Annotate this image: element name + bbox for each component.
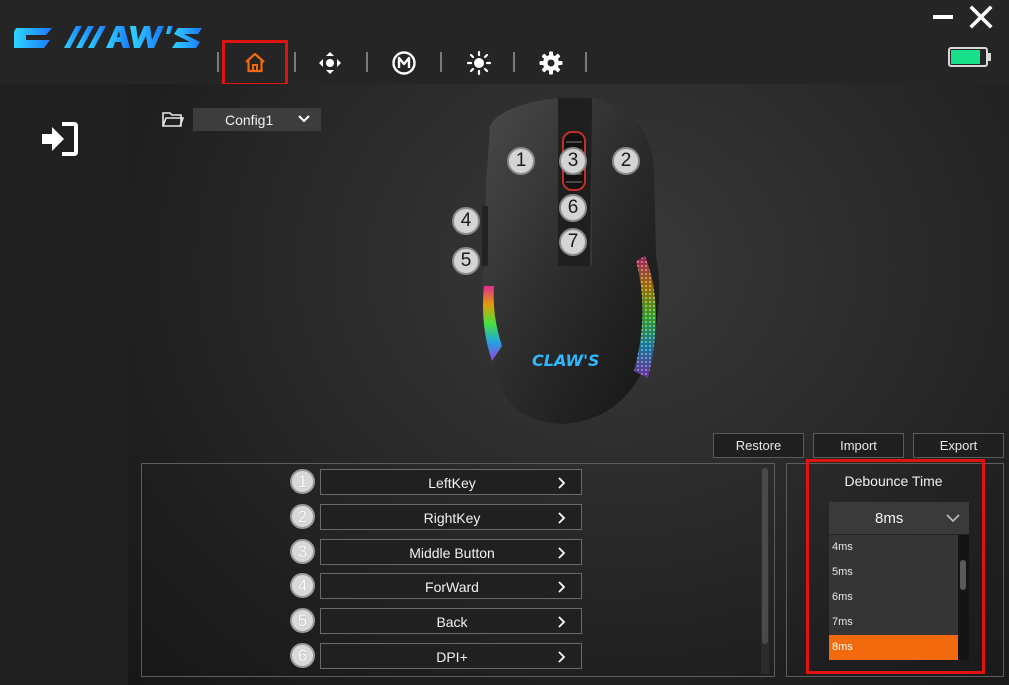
nav-separator <box>513 52 515 72</box>
sidebar <box>0 84 128 685</box>
key-label: DPI+ <box>436 649 468 665</box>
nav-settings-button[interactable] <box>524 40 578 86</box>
key-row-5: 5 Back <box>290 608 582 634</box>
nav-macro-button[interactable] <box>377 40 431 86</box>
key-number-badge: 4 <box>290 573 315 598</box>
title-bar <box>0 0 1009 86</box>
nav-dpi-button[interactable] <box>303 40 357 86</box>
key-row-6: 6 DPI+ <box>290 643 582 669</box>
chevron-right-icon <box>558 512 566 524</box>
claws-logo <box>14 26 202 48</box>
mouse-marker-4[interactable]: 4 <box>452 207 480 235</box>
key-number-badge: 3 <box>290 539 315 564</box>
config-value: Config1 <box>225 112 274 128</box>
chevron-right-icon <box>558 547 566 559</box>
sign-in-icon[interactable] <box>40 122 78 156</box>
key-row-2: 2 RightKey <box>290 504 582 530</box>
key-row-4: 4 ForWard <box>290 573 582 599</box>
move-arrows-icon <box>319 52 341 74</box>
folder-icon[interactable] <box>162 110 184 128</box>
key-list-scroll-thumb[interactable] <box>762 468 768 644</box>
key-label: LeftKey <box>428 475 476 491</box>
nav-separator <box>217 52 219 72</box>
nav-separator <box>294 52 296 72</box>
mouse-logo-text: CLAW'S <box>532 351 600 370</box>
restore-button[interactable]: Restore <box>713 433 804 458</box>
nav-separator <box>366 52 368 72</box>
export-button[interactable]: Export <box>913 433 1004 458</box>
gear-icon <box>539 51 563 75</box>
key-assign-button-3[interactable]: Middle Button <box>320 539 582 565</box>
battery-icon <box>948 47 991 67</box>
key-number-badge: 5 <box>290 608 315 633</box>
macro-m-icon <box>392 51 416 75</box>
key-label: RightKey <box>423 510 481 526</box>
chevron-down-icon <box>298 115 310 123</box>
chevron-right-icon <box>558 651 566 663</box>
debounce-highlight-box <box>806 459 985 674</box>
key-row-1: 1 LeftKey <box>290 469 582 495</box>
chevron-right-icon <box>558 616 566 628</box>
import-button[interactable]: Import <box>813 433 904 458</box>
mouse-marker-6[interactable]: 6 <box>559 194 587 222</box>
mouse-marker-3[interactable]: 3 <box>559 147 587 175</box>
nav-lighting-button[interactable] <box>452 40 506 86</box>
key-number-badge: 6 <box>290 643 315 668</box>
mouse-marker-2[interactable]: 2 <box>612 147 640 175</box>
close-icon[interactable] <box>968 4 994 30</box>
key-assign-button-4[interactable]: ForWard <box>320 573 582 599</box>
chevron-right-icon <box>558 477 566 489</box>
mouse-marker-7[interactable]: 7 <box>559 228 587 256</box>
key-label: ForWard <box>425 579 479 595</box>
home-icon <box>245 52 265 73</box>
key-number-badge: 1 <box>290 469 315 494</box>
nav-home-button[interactable] <box>222 40 288 86</box>
key-assign-button-6[interactable]: DPI+ <box>320 643 582 669</box>
key-assign-button-5[interactable]: Back <box>320 608 582 634</box>
mouse-marker-5[interactable]: 5 <box>452 247 480 275</box>
key-label: Back <box>436 614 468 630</box>
key-row-3: 3 Middle Button <box>290 539 582 565</box>
key-assign-button-2[interactable]: RightKey <box>320 504 582 530</box>
mouse-marker-1[interactable]: 1 <box>507 147 535 175</box>
key-assign-button-1[interactable]: LeftKey <box>320 469 582 495</box>
chevron-right-icon <box>558 581 566 593</box>
key-number-badge: 2 <box>290 504 315 529</box>
key-label: Middle Button <box>409 545 495 561</box>
minimize-icon[interactable] <box>932 6 954 28</box>
config-dropdown[interactable]: Config1 <box>193 108 321 131</box>
nav-separator <box>440 52 442 72</box>
sun-icon <box>466 50 492 76</box>
nav-separator <box>585 52 587 72</box>
